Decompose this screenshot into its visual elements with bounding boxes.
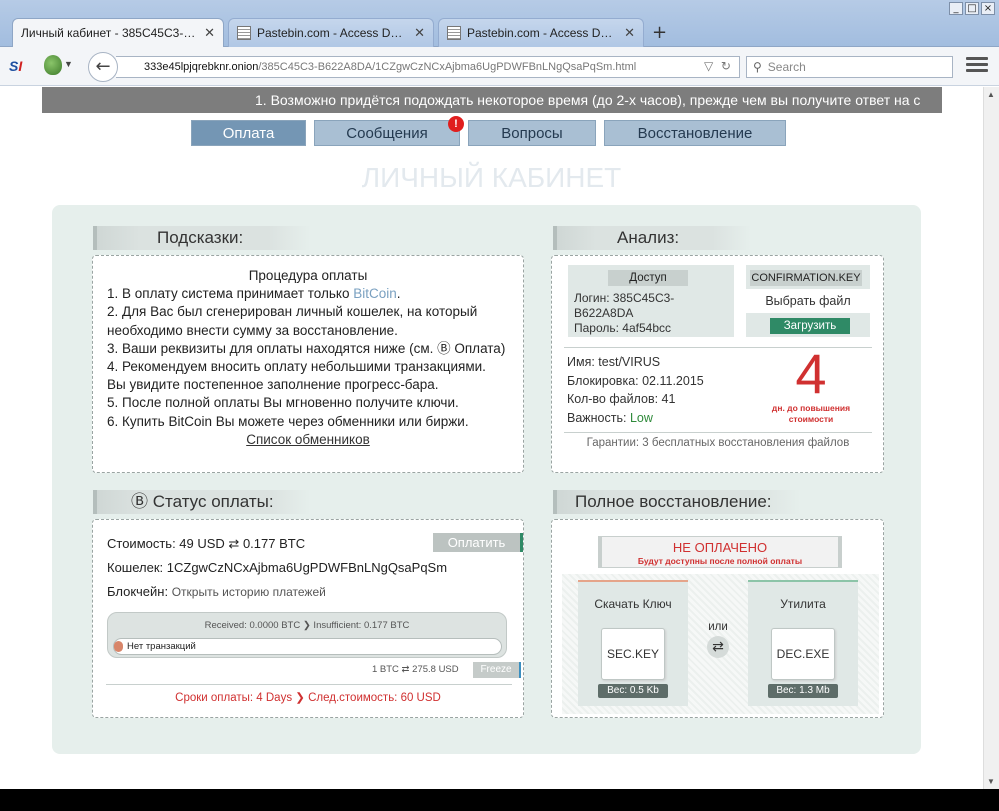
freeze-button[interactable]: Freeze <box>473 662 521 678</box>
blocked-date: Блокировка: 02.11.2015 <box>567 373 704 388</box>
divider <box>564 432 872 433</box>
hint-line-1: 1. В оплату система принимает только Bit… <box>107 286 401 302</box>
analysis-header: Анализ: <box>553 226 751 250</box>
tab-label: Личный кабинет - 385C45C3-B6... <box>21 26 199 40</box>
hint-line-4b: Вы увидите постепенное заполнение прогре… <box>107 377 439 393</box>
divider <box>106 684 512 685</box>
deadline-text: Сроки оплаты: 4 Days ❯ След.стоимость: 6… <box>175 692 441 704</box>
no-transactions: Нет транзакций <box>127 641 196 652</box>
progress-fill <box>114 641 123 652</box>
onion-icon[interactable] <box>44 55 62 75</box>
hint-line-2b: необходимо внести сумму за восстановлени… <box>107 322 398 338</box>
received-text: Received: 0.0000 BTC ❯ Insufficient: 0.1… <box>204 620 410 631</box>
password-text: Пароль: 4af54bcc <box>574 321 672 335</box>
importance: Важность: Low <box>567 410 653 425</box>
login-text: Логин: 385C45C3- <box>574 291 675 305</box>
hints-box: Процедура оплаты 1. В оплату система при… <box>92 255 524 473</box>
not-paid-subtext: Будут доступны после полной оплаты <box>637 556 803 566</box>
key-file-icon[interactable]: SEC.KEY <box>601 628 665 680</box>
window-controls: _ □ × <box>949 2 995 16</box>
vertical-scrollbar[interactable]: ▲ ▼ <box>983 87 999 789</box>
bitcoin-icon: Ⓑ <box>131 492 148 511</box>
not-paid-text: НЕ ОПЛАЧЕНО <box>672 540 768 555</box>
exe-file-icon[interactable]: DEC.EXE <box>771 628 835 680</box>
url-actions: ▽ ↻ <box>704 59 731 73</box>
swap-icon: ⇄ <box>707 636 729 658</box>
upload-button[interactable]: Загрузить <box>770 318 850 334</box>
close-window-button[interactable]: × <box>981 2 995 15</box>
page-icon <box>237 26 251 40</box>
hint-line-4: 4. Рекомендуем вносить оплату небольшими… <box>107 359 486 375</box>
key-size: Вес: 0.5 Kb <box>598 684 668 698</box>
recovery-header: Полное восстановление: <box>553 490 801 514</box>
url-bar[interactable]: 333e45lpjqrebknr.onion /385C45C3-B622A8D… <box>116 56 740 78</box>
chevron-down-icon[interactable]: ▼ <box>64 59 73 69</box>
search-input[interactable]: ⚲ Search <box>746 56 953 78</box>
hint-line-3: 3. Ваши реквизиты для оплаты находятся н… <box>107 340 506 356</box>
tab-lk[interactable]: Личный кабинет - 385C45C3-B6... ✕ <box>12 18 224 47</box>
url-path: /385C45C3-B622A8DA/1CZgwCzNCxAjbma6UgPDW… <box>258 61 637 73</box>
choose-file-button[interactable]: Выбрать файл <box>746 289 870 313</box>
importance-value: Low <box>629 410 653 425</box>
menu-icon[interactable] <box>966 57 988 75</box>
days-caption: дн. до повышения стоимости <box>771 403 851 424</box>
exchange-rate: 1 BTC ⇄ 275.8 USD <box>372 664 459 675</box>
payment-history-link[interactable]: Открыть историю платежей <box>172 585 326 599</box>
blockchain-row: Блокчейн: Открыть историю платежей <box>107 584 326 599</box>
taskbar <box>0 789 999 811</box>
status-header: Ⓑ Статус оплаты: <box>93 490 311 514</box>
confirmation-key-label: CONFIRMATION.KEY <box>750 270 862 286</box>
back-button[interactable]: ← <box>88 52 118 82</box>
hints-header: Подсказки: <box>93 226 311 250</box>
notification-badge: ! <box>448 116 464 132</box>
page-icon <box>447 26 461 40</box>
sidebar-logo-icon[interactable]: SI <box>9 58 22 74</box>
hints-title: Процедура оплаты <box>248 268 368 283</box>
days-counter: 4 <box>795 342 827 405</box>
new-tab-button[interactable]: + <box>652 22 667 43</box>
access-label: Доступ <box>608 270 688 286</box>
bitcoin-text: BitCoin <box>353 286 397 302</box>
tab-pastebin-2[interactable]: Pastebin.com - Access Denied... ✕ <box>438 18 644 47</box>
hint-line-2: 2. Для Вас был сгенерирован личный кошел… <box>107 304 478 320</box>
file-count: Кол-во файлов: 41 <box>567 392 676 406</box>
maximize-button[interactable]: □ <box>965 2 979 15</box>
credentials: Логин: 385C45C3- B622A8DA Пароль: 4af54b… <box>574 291 674 336</box>
guarantee-text: Гарантии: 3 бесплатных восстановления фа… <box>586 437 850 449</box>
reload-icon[interactable]: ↻ <box>721 59 731 73</box>
hint-line-5: 5. После полной оплаты Вы мгновенно полу… <box>107 395 459 411</box>
pay-button[interactable]: Оплатить <box>433 533 523 552</box>
or-text: или <box>708 621 728 633</box>
exchangers-link[interactable]: Список обменников <box>246 432 370 447</box>
tab-payment[interactable]: Оплата <box>191 120 306 146</box>
close-icon[interactable]: ✕ <box>624 25 635 41</box>
exe-size: Вес: 1.3 Mb <box>768 684 838 698</box>
case-info: Имя: test/VIRUS Блокировка: 02.11.2015 К… <box>567 353 704 427</box>
hint-line-6: 6. Купить BitCoin Вы можете через обменн… <box>107 413 469 429</box>
url-host: 333e45lpjqrebknr.onion <box>144 61 259 73</box>
dropdown-icon[interactable]: ▽ <box>704 59 713 73</box>
tab-messages[interactable]: Сообщения <box>314 120 460 146</box>
name-text: Имя: test/VIRUS <box>567 355 661 369</box>
tab-pastebin-1[interactable]: Pastebin.com - Access Denied... ✕ <box>228 18 434 47</box>
minimize-button[interactable]: _ <box>949 2 963 15</box>
login-text-2: B622A8DA <box>574 306 634 320</box>
utility-label: Утилита <box>780 597 826 611</box>
tab-label: Pastebin.com - Access Denied... <box>467 26 618 40</box>
wallet-text: Кошелек: 1CZgwCzNCxAjbma6UgPDWFBnLNgQsaP… <box>107 560 448 575</box>
tab-questions[interactable]: Вопросы <box>468 120 596 146</box>
info-ticker: 1. Возможно придётся подождать некоторое… <box>42 87 942 113</box>
close-icon[interactable]: ✕ <box>414 25 425 41</box>
tab-recovery[interactable]: Восстановление <box>604 120 786 146</box>
search-placeholder: Search <box>767 60 806 74</box>
scroll-down-icon[interactable]: ▼ <box>987 777 995 786</box>
page-title: ЛИЧНЫЙ КАБИНЕТ <box>361 162 622 193</box>
download-key-label: Скачать Ключ <box>594 597 672 611</box>
close-icon[interactable]: ✕ <box>204 25 215 41</box>
search-icon: ⚲ <box>753 60 762 74</box>
cost-text: Стоимость: 49 USD ⇄ 0.177 BTC <box>107 536 306 551</box>
tab-label: Pastebin.com - Access Denied... <box>257 26 408 40</box>
scroll-up-icon[interactable]: ▲ <box>987 90 995 99</box>
